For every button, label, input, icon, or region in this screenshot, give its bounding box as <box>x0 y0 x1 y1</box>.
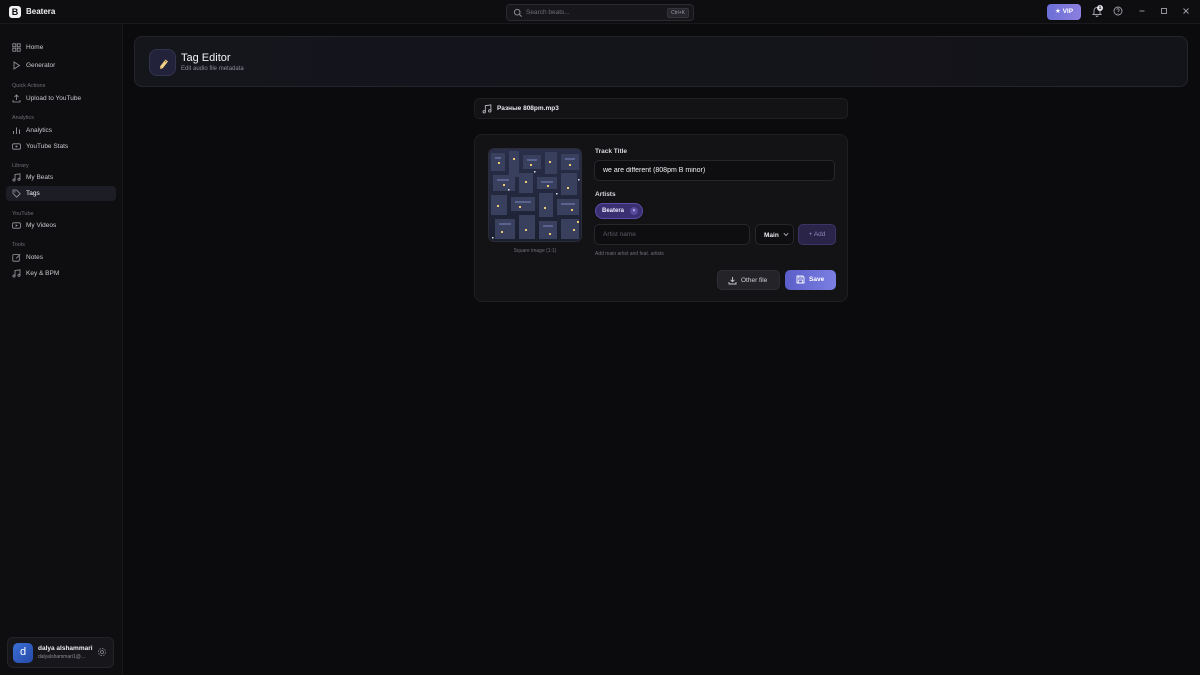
file-name: Разные 808pm.mp3 <box>497 105 559 112</box>
download-icon <box>728 276 737 285</box>
close-icon[interactable] <box>1181 6 1191 16</box>
tag-icon <box>12 189 21 198</box>
track-title-input[interactable] <box>594 160 835 181</box>
page-header: Tag Editor Edit audio file metadata <box>134 36 1188 87</box>
artist-chip: Beatera × <box>595 203 644 219</box>
bar-chart-icon <box>12 126 21 135</box>
gear-icon[interactable] <box>97 647 107 657</box>
other-file-button[interactable]: Other file <box>717 270 780 290</box>
sidebar: Home Generator Quick Actions Upload to Y… <box>0 24 123 675</box>
sidebar-item-label: Tags <box>26 190 40 197</box>
close-icon[interactable]: × <box>630 207 639 215</box>
app-name: Beatera <box>26 7 56 16</box>
sidebar-item-tags[interactable]: Tags <box>6 186 116 201</box>
vip-button[interactable]: ★ VIP <box>1047 4 1081 20</box>
youtube-icon <box>12 221 21 230</box>
chevron-down-icon <box>783 232 789 237</box>
sidebar-item-label: Upload to YouTube <box>26 95 82 102</box>
sidebar-item-label: My Videos <box>26 222 57 229</box>
minimize-icon[interactable] <box>1137 6 1147 16</box>
save-icon <box>796 275 805 284</box>
tag-icon <box>157 57 170 70</box>
user-name: dalya alshammari <box>38 645 93 652</box>
artists-label: Artists <box>595 191 616 198</box>
sidebar-item-label: Notes <box>26 254 43 261</box>
title-bar: B Beatera Search beats... Ctrl+K ★ VIP 1 <box>0 0 1200 24</box>
user-card[interactable]: d dalya alshammari dalyalshammari1@... <box>7 637 114 668</box>
grid-icon <box>12 43 21 52</box>
sidebar-item-youtube-stats[interactable]: YouTube Stats <box>6 139 116 154</box>
search-placeholder: Search beats... <box>526 9 570 16</box>
sidebar-item-my-beats[interactable]: My Beats <box>6 170 116 185</box>
artist-role-value: Main <box>764 232 779 239</box>
artist-name-input[interactable] <box>594 224 750 245</box>
cover-caption: Square image (1:1) <box>513 248 557 254</box>
header-icon-badge <box>149 49 176 76</box>
section-library: Library <box>12 163 29 169</box>
other-file-label: Other file <box>741 277 768 284</box>
page-title: Tag Editor <box>181 52 231 64</box>
search-icon <box>513 8 523 18</box>
current-file-bar: Разные 808pm.mp3 <box>474 98 848 119</box>
metadata-editor-card: Square image (1:1) Track Title Artists B… <box>474 134 848 302</box>
page-subtitle: Edit audio file metadata <box>181 66 244 72</box>
sidebar-item-label: Home <box>26 44 44 51</box>
section-youtube: YouTube <box>12 211 34 217</box>
play-icon <box>12 61 21 70</box>
maximize-icon[interactable] <box>1159 6 1169 16</box>
artist-role-select[interactable]: Main <box>755 224 794 245</box>
youtube-icon <box>12 142 21 151</box>
search-input[interactable]: Search beats... Ctrl+K <box>506 4 694 21</box>
music-note-icon <box>12 269 21 278</box>
music-note-icon <box>482 104 492 114</box>
section-tools: Tools <box>12 242 25 248</box>
upload-icon <box>12 94 21 103</box>
sidebar-item-home[interactable]: Home <box>6 40 116 55</box>
sidebar-item-my-videos[interactable]: My Videos <box>6 218 116 233</box>
artists-helper-text: Add main artist and feat. artists <box>595 251 664 257</box>
sidebar-item-generator[interactable]: Generator <box>6 58 116 73</box>
sidebar-item-label: Generator <box>26 62 56 69</box>
cover-art-image[interactable] <box>488 148 582 242</box>
sidebar-item-key-bpm[interactable]: Key & BPM <box>6 266 116 281</box>
artist-chip-label: Beatera <box>602 208 625 214</box>
sidebar-item-notes[interactable]: Notes <box>6 250 116 265</box>
notification-count-badge: 1 <box>1097 5 1103 11</box>
save-button[interactable]: Save <box>785 270 836 290</box>
sidebar-item-label: My Beats <box>26 174 54 181</box>
user-email: dalyalshammari1@... <box>38 654 86 660</box>
app-logo: B <box>9 6 21 18</box>
help-icon[interactable] <box>1113 6 1123 16</box>
sidebar-item-upload-to-youtube[interactable]: Upload to YouTube <box>6 91 116 106</box>
search-shortcut-badge: Ctrl+K <box>666 8 689 18</box>
section-analytics: Analytics <box>12 115 35 121</box>
section-quick-actions: Quick Actions <box>12 83 46 89</box>
music-note-icon <box>12 173 21 182</box>
add-artist-button[interactable]: + Add <box>798 224 836 245</box>
edit-icon <box>12 253 21 262</box>
sidebar-item-label: Key & BPM <box>26 270 60 277</box>
avatar: d <box>13 643 33 663</box>
sidebar-item-analytics[interactable]: Analytics <box>6 123 116 138</box>
sidebar-item-label: YouTube Stats <box>26 143 69 150</box>
track-title-label: Track Title <box>595 148 628 155</box>
save-label: Save <box>809 276 825 283</box>
sidebar-item-label: Analytics <box>26 127 53 134</box>
